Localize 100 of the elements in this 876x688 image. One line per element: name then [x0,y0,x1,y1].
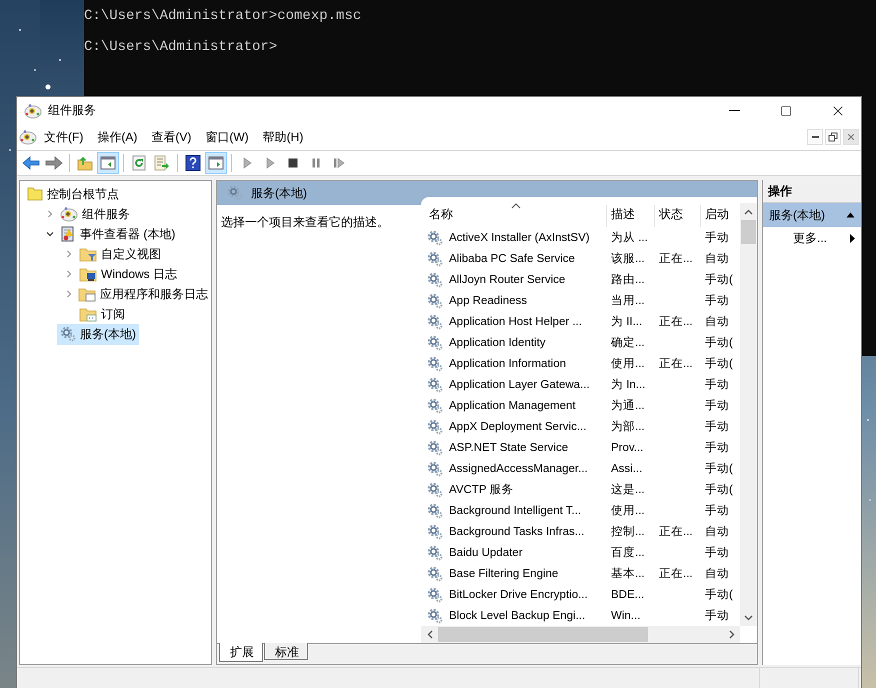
view-tab[interactable]: 扩展 [219,643,263,662]
service-row[interactable]: Background Tasks Infras... 控制... 正在... 自动 [425,521,740,542]
table-cell-text: 正在... [658,356,694,371]
folder-up-icon [77,155,93,171]
service-row[interactable]: Application Information 使用... 正在... 手动( [425,353,740,374]
service-row[interactable]: Application Host Helper ... 为 II... 正在... 自动 [425,311,740,332]
toolbar-button[interactable] [205,152,227,174]
table-cell-text: 当用... [610,294,646,308]
scroll-thumb[interactable] [741,220,756,244]
service-row[interactable]: Base Filtering Engine 基本... 正在... 自动 [425,563,740,584]
table-cell-text: Prov... [610,442,644,454]
service-row[interactable]: BitLocker Drive Encryptio... BDE... 手动( [425,584,740,605]
component-icon [24,102,42,118]
service-row[interactable]: AVCTP 服务 这是... 手动( [425,479,740,500]
table-cell-text: 手动( [704,482,734,497]
table-cell-text: Background Tasks Infras... [448,526,584,538]
horizontal-scrollbar[interactable] [421,626,740,643]
menu-item[interactable]: 帮助(H) [256,126,310,148]
table-cell-text: Application Information [448,358,566,370]
tree-item[interactable]: 控制台根节点 [47,186,119,202]
actions-title: 操作 [768,182,792,200]
table-cell-text: AppX Deployment Servic... [448,420,586,432]
service-gear-icon [427,398,443,414]
table-cell-text: 自动 [704,524,730,539]
table-cell-text: 使用... [610,356,646,371]
column-header[interactable]: 描述 [607,205,655,227]
export-list-icon [154,155,170,171]
service-row[interactable]: AllJoyn Router Service 路由... 手动( [425,269,740,290]
service-row[interactable]: App Readiness 当用... 手动 [425,290,740,311]
table-cell-text: 基本... [610,566,646,581]
service-gear-icon [427,272,443,288]
console-line: C:\Users\Administrator>comexp.msc [84,7,362,26]
pane-toggle-icon [208,156,224,170]
service-gear-icon [427,250,443,266]
service-gear-icon [427,356,443,372]
service-gear-icon [427,418,443,434]
service-gear-icon [427,544,443,560]
table-cell-text: Block Level Backup Engi... [448,610,586,622]
service-row[interactable]: ASP.NET State Service Prov... 手动 [425,437,740,458]
stop-icon [287,157,299,169]
close-button[interactable] [843,129,859,145]
folder-window-icon [78,286,96,302]
table-cell-text: App Readiness [448,294,527,306]
service-gear-icon [427,586,443,602]
tree-item[interactable]: 订阅 [101,306,125,322]
service-row[interactable]: ActiveX Installer (AxInstSV) 为从 ... 手动 [425,227,740,248]
table-cell-text: Application Identity [448,336,546,348]
table-cell-text: 自动 [704,252,730,266]
table-cell-text: 手动 [704,398,730,413]
table-cell-text: 自动 [704,314,730,329]
service-row[interactable]: Alibaba PC Safe Service 该服... 正在... 自动 [425,248,740,269]
table-cell-text: 为从 ... [610,230,649,245]
tree-item[interactable]: 组件服务 [82,206,130,222]
menu-item[interactable]: 窗口(W) [198,126,256,148]
service-row[interactable]: Application Identity 确定... 手动( [425,332,740,353]
toolbar-button[interactable] [97,152,119,174]
tree-item[interactable]: 应用程序和服务日志 [100,286,208,302]
column-header[interactable]: 名称 [425,205,607,227]
table-cell-text: 控制... [610,524,646,539]
table-cell-text: 手动 [704,608,730,623]
folder-calendar-icon [79,306,97,322]
console-line: C:\Users\Administrator> [84,38,278,57]
table-cell-text: 该服... [610,251,646,266]
restore-button[interactable] [825,129,841,145]
folder-icon [27,187,43,201]
service-row[interactable]: Background Intelligent T... 使用... 手动 [425,500,740,521]
table-cell-text: 手动 [704,419,730,434]
tree-item[interactable]: 自定义视图 [101,246,161,262]
tree-item[interactable]: Windows 日志 [101,266,178,282]
service-row[interactable]: Baidu Updater 百度... 手动 [425,542,740,563]
sort-caret-icon [510,203,520,209]
table-cell-text: ASP.NET State Service [448,442,568,454]
table-cell-text: Background Intelligent T... [448,504,582,516]
action-section[interactable]: 服务(本地) [763,203,861,227]
menu-item[interactable]: 操作(A) [90,126,144,148]
minimize-icon [728,110,740,111]
vertical-scrollbar[interactable] [740,203,757,626]
service-row[interactable]: AppX Deployment Servic... 为部... 手动 [425,416,740,437]
action-link[interactable]: 更多... [763,227,861,249]
play-icon [264,157,276,169]
table-cell-text: 手动 [704,377,730,392]
table-cell-text: 为 II... [610,314,644,329]
close-icon [846,132,856,142]
scroll-thumb[interactable] [438,627,648,642]
table-cell-text: 正在... [658,566,694,581]
tree-item[interactable]: 事件查看器 (本地) [80,226,176,242]
service-row[interactable]: AssignedAccessManager... Assi... 手动( [425,458,740,479]
restore-icon [828,132,838,142]
menu-item[interactable]: 查看(V) [144,126,198,148]
view-tab[interactable]: 标准 [264,643,308,660]
column-header[interactable]: 状态 [655,205,701,227]
service-row[interactable]: Application Layer Gatewa... 为 In... 手动 [425,374,740,395]
menu-item[interactable]: 文件(F) [37,126,90,148]
service-row[interactable]: Application Management 为通... 手动 [425,395,740,416]
minimize-button[interactable] [807,129,823,145]
service-row[interactable]: Block Level Backup Engi... Win... 手动 [425,605,740,626]
table-cell-text: Baidu Updater [448,546,523,558]
collapse-triangle-icon [846,212,855,218]
submenu-arrow-icon [850,234,855,242]
table-cell-text: Application Management [448,400,576,412]
